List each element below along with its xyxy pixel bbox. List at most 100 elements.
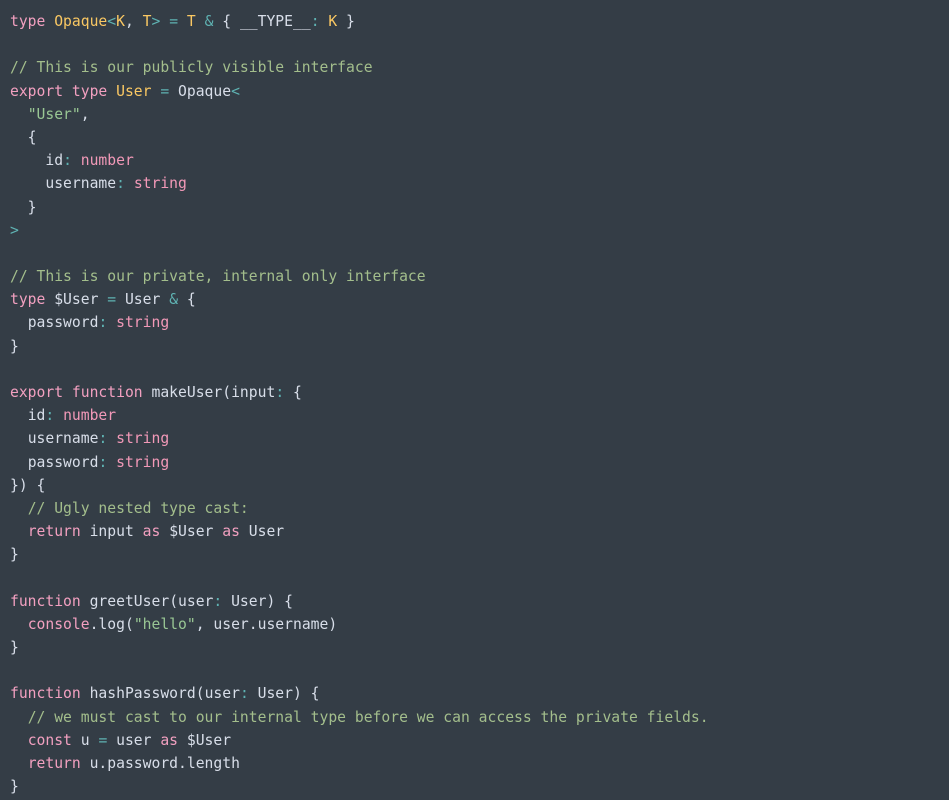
code-token: ( (169, 592, 179, 610)
code-token: User (116, 82, 152, 100)
code-line: console.log("hello", user.username) (10, 613, 949, 636)
code-token: ( (195, 685, 205, 703)
code-token: // This is our private, internal only in… (10, 268, 426, 286)
code-token: } (10, 639, 19, 657)
code-token: username (27, 430, 99, 448)
code-token: } (337, 13, 355, 30)
code-token: { (213, 13, 240, 30)
code-line: id: number (10, 404, 949, 427)
code-token: user (178, 592, 214, 610)
code-token: : (63, 152, 72, 170)
code-token: string (116, 453, 170, 471)
code-token: makeUser (151, 384, 223, 401)
code-token: as (222, 523, 240, 541)
code-token: = (98, 731, 108, 749)
code-token: , (124, 13, 143, 30)
code-token: , (80, 105, 90, 123)
code-token: , (195, 615, 214, 633)
code-token: number (63, 407, 117, 425)
code-token: = (169, 13, 179, 30)
code-token: as (142, 523, 161, 541)
code-token: & (169, 291, 179, 309)
code-token: as (160, 731, 179, 749)
code-token: function (10, 685, 81, 703)
code-token: user (116, 731, 152, 749)
code-token: User (248, 523, 285, 541)
code-token: function (71, 384, 143, 401)
code-token: // Ugly nested type cast: (27, 499, 249, 517)
code-token: $User (169, 523, 214, 541)
code-line: username: string (10, 427, 949, 450)
code-token: ) { (266, 592, 293, 610)
code-line: } (10, 543, 949, 566)
code-token: $User (54, 291, 99, 309)
code-token: : (213, 592, 223, 610)
code-token: input (89, 523, 134, 541)
code-token: "hello" (133, 615, 196, 633)
code-token: string (116, 314, 170, 332)
code-token: K (328, 13, 338, 30)
code-token: username (45, 175, 117, 193)
code-token: Opaque (178, 82, 232, 100)
code-token: type (10, 13, 46, 30)
code-line: // This is our private, internal only in… (10, 265, 949, 288)
code-token: export (10, 384, 64, 401)
code-token: K (116, 13, 125, 30)
code-token: User (124, 291, 161, 309)
code-token: password (27, 453, 99, 471)
code-token: type (71, 82, 108, 100)
code-token: string (116, 430, 170, 448)
code-line: // Ugly nested type cast: (10, 497, 949, 520)
code-token: < (231, 82, 240, 100)
code-token: : (45, 407, 55, 425)
code-line: export type User = Opaque< (10, 80, 949, 103)
code-line: > (10, 219, 949, 242)
code-line: export function makeUser(input: { (10, 381, 949, 404)
code-token: type (10, 291, 46, 309)
code-line: const u = user as $User (10, 729, 949, 752)
code-token: id (45, 152, 64, 170)
code-line: id: number (10, 149, 949, 172)
code-token: = (107, 291, 117, 309)
code-line: } (10, 335, 949, 358)
code-token: : (98, 430, 108, 448)
code-token: user.username (213, 615, 329, 633)
code-editor[interactable]: type Opaque<K, T> = T & { __TYPE__: K } … (0, 0, 949, 800)
code-token: ) (328, 615, 338, 633)
code-token: // we must cast to our internal type bef… (27, 708, 709, 726)
code-token: : (275, 384, 285, 401)
code-token: > (10, 221, 19, 239)
code-line: password: string (10, 451, 949, 474)
code-token: __TYPE__ (239, 13, 311, 30)
code-token: User (231, 592, 267, 610)
code-token: ) { (293, 685, 320, 703)
code-token: export (10, 82, 64, 100)
code-token: { (284, 384, 302, 401)
code-token: : (98, 314, 108, 332)
code-line: "User", (10, 103, 949, 126)
